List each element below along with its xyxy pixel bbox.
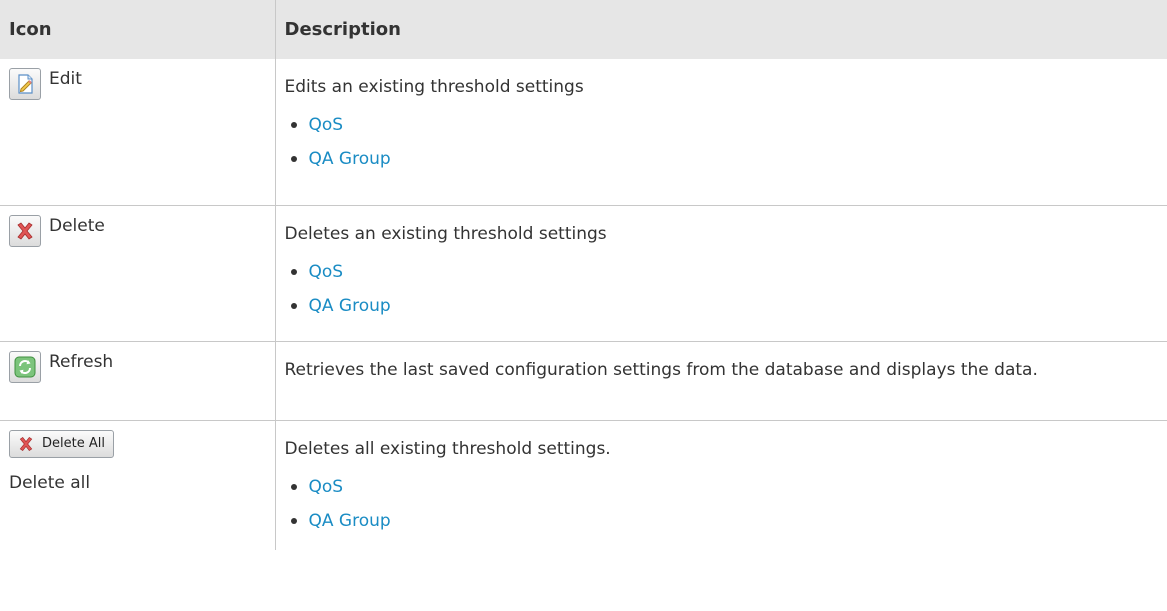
table-row: Delete Deletes an existing threshold set… bbox=[0, 205, 1167, 342]
bullet-icon bbox=[290, 122, 297, 128]
icon-cell: Delete bbox=[0, 205, 276, 342]
delete-all-button-text: Delete All bbox=[42, 436, 105, 451]
description-text: Deletes all existing threshold settings. bbox=[284, 438, 611, 459]
qa-group-link[interactable]: QA Group bbox=[309, 142, 391, 176]
description-text: Retrieves the last saved configuration s… bbox=[284, 359, 1038, 380]
list-item: QoS bbox=[285, 470, 1167, 504]
list-item: QoS bbox=[285, 108, 1167, 142]
qa-group-link[interactable]: QA Group bbox=[309, 289, 391, 323]
header-icon: Icon bbox=[0, 0, 276, 59]
bullet-icon bbox=[290, 268, 297, 275]
table-row: Edit Edits an existing threshold setting… bbox=[0, 59, 1167, 206]
table-row: Refresh Retrieves the last saved configu… bbox=[0, 341, 1167, 421]
delete-icon[interactable] bbox=[9, 214, 41, 247]
icon-line: Refresh bbox=[9, 350, 275, 383]
icon-description-table: Icon Description Edit Edits an existing … bbox=[0, 0, 1167, 550]
list-item: QoS bbox=[285, 255, 1167, 289]
list-item: QA Group bbox=[285, 289, 1167, 323]
description-cell: Retrieves the last saved configuration s… bbox=[275, 341, 1167, 421]
description-cell: Deletes all existing threshold settings.… bbox=[275, 420, 1167, 550]
link-list: QoS QA Group bbox=[285, 255, 1167, 323]
icon-label: Edit bbox=[49, 69, 82, 89]
icon-cell: Edit bbox=[0, 59, 276, 206]
description-cell: Deletes an existing threshold settings Q… bbox=[275, 205, 1167, 342]
qos-link[interactable]: QoS bbox=[309, 255, 344, 289]
description-text: Deletes an existing threshold settings bbox=[284, 223, 607, 244]
list-item: QA Group bbox=[285, 504, 1167, 538]
delete-all-button[interactable]: Delete All bbox=[9, 429, 114, 458]
qos-link[interactable]: QoS bbox=[309, 108, 344, 142]
refresh-icon[interactable] bbox=[9, 350, 41, 383]
link-list: QoS QA Group bbox=[285, 108, 1167, 176]
bullet-icon bbox=[290, 517, 297, 524]
qos-link[interactable]: QoS bbox=[309, 470, 344, 504]
edit-icon[interactable] bbox=[9, 68, 41, 100]
table-row: Delete All Delete all Deletes all existi… bbox=[0, 420, 1167, 550]
header-description: Description bbox=[275, 0, 1167, 59]
bullet-icon bbox=[290, 302, 297, 309]
header-row: Icon Description bbox=[0, 0, 1167, 59]
icon-line: Delete bbox=[9, 214, 275, 247]
delete-all-icon bbox=[19, 436, 33, 451]
icon-line: Edit bbox=[9, 68, 275, 100]
icon-label: Delete all bbox=[9, 472, 91, 493]
list-item: QA Group bbox=[285, 142, 1167, 176]
icon-label: Refresh bbox=[49, 351, 114, 372]
icon-cell: Refresh bbox=[0, 341, 276, 421]
link-list: QoS QA Group bbox=[285, 470, 1167, 538]
qa-group-link[interactable]: QA Group bbox=[309, 504, 391, 538]
description-cell: Edits an existing threshold settings QoS… bbox=[275, 59, 1167, 206]
icon-cell: Delete All Delete all bbox=[0, 420, 276, 550]
bullet-icon bbox=[290, 156, 297, 162]
table-header: Icon Description bbox=[0, 0, 1167, 59]
icon-label: Delete bbox=[49, 215, 105, 236]
bullet-icon bbox=[290, 483, 297, 490]
description-text: Edits an existing threshold settings bbox=[284, 77, 584, 97]
